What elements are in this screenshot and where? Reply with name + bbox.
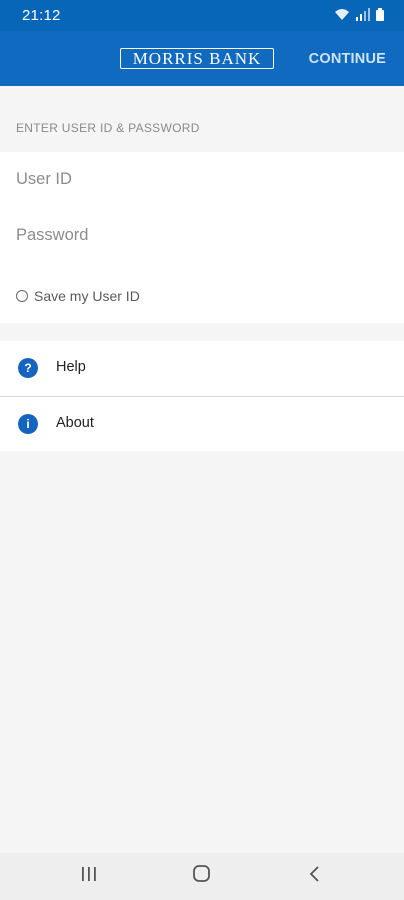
recent-apps-icon[interactable] [80,865,98,888]
app-bar: MORRIS BANK CONTINUE [0,31,404,86]
login-section-title: ENTER USER ID & PASSWORD [16,121,200,135]
menu-item-label: Help [56,359,86,375]
signal-icon [356,8,370,26]
back-icon[interactable] [308,865,322,888]
password-input[interactable] [16,226,386,245]
status-bar: 21:12 [0,0,404,31]
save-user-id-radio[interactable] [16,290,28,302]
battery-icon [376,8,384,26]
menu-item-about[interactable]: i About [0,397,404,451]
status-time: 21:12 [22,7,61,24]
system-nav-bar [0,853,404,900]
login-card: Save my User ID [0,152,404,323]
continue-button[interactable]: CONTINUE [309,51,386,67]
save-user-id-toggle[interactable]: Save my User ID [16,288,140,304]
menu-list: ? Help i About [0,341,404,451]
help-icon: ? [18,358,38,378]
user-id-input[interactable] [16,170,386,189]
wifi-icon [334,8,350,26]
home-icon[interactable] [192,865,212,888]
info-icon: i [18,414,38,434]
menu-item-label: About [56,415,94,431]
morris-bank-logo: MORRIS BANK [120,48,274,69]
status-icons [334,8,384,26]
menu-item-help[interactable]: ? Help [0,341,404,397]
save-user-id-label: Save my User ID [34,288,140,304]
